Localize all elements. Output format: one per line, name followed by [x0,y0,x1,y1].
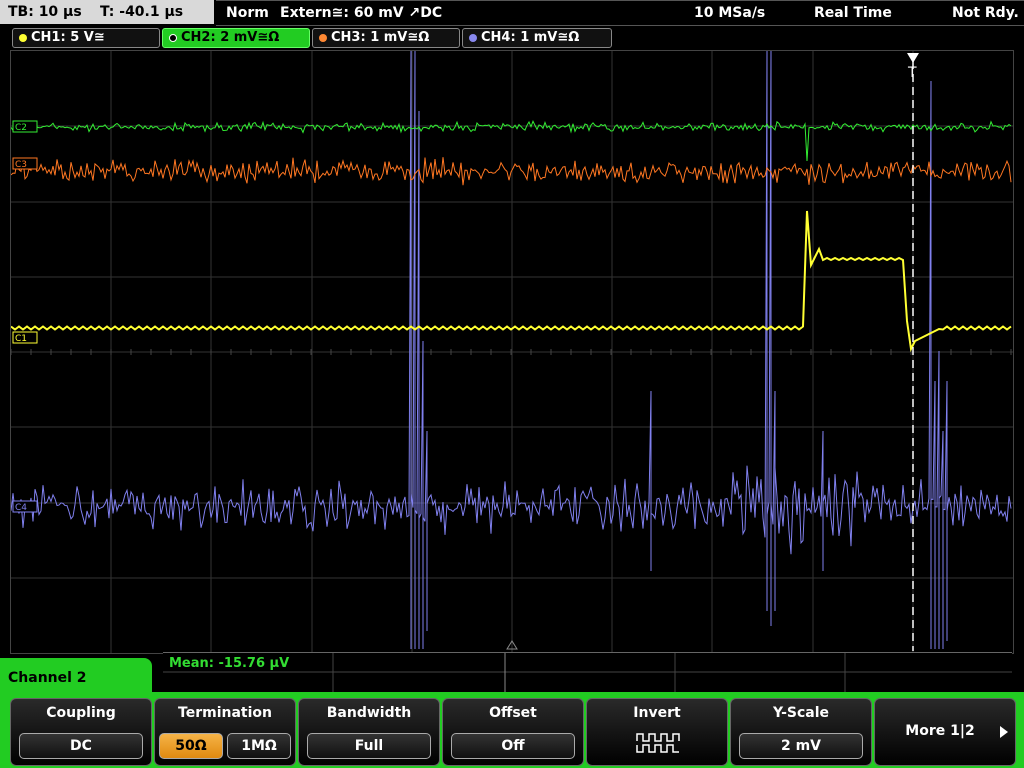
trigger-box[interactable]: Norm Extern≅: 60 mV ↗DC 10 MSa/s Real Ti… [216,0,1024,26]
invert-waveform-icon [636,733,680,753]
ch3-label: CH3: 1 mV≅Ω [331,30,430,45]
more-label: More 1|2 [905,723,975,739]
bandwidth-value[interactable]: Full [307,733,431,759]
marker-c1[interactable]: C1 [12,331,38,344]
status-bar: TB: 10 µs T: -40.1 µs Norm Extern≅: 60 m… [0,0,1024,26]
marker-c2[interactable]: C2 [12,120,38,133]
more-softkey[interactable]: More 1|2 [874,698,1016,766]
yscale-title: Y-Scale [772,705,829,721]
coupling-value[interactable]: DC [19,733,143,759]
marker-c3[interactable]: C3 [12,157,38,170]
softkey-bar: Coupling DC Termination 50Ω 1MΩ Bandwidt… [0,692,1024,768]
sample-rate-label: 10 MSa/s [694,5,766,21]
invert-title: Invert [633,705,681,721]
termination-1mohm-option[interactable]: 1MΩ [227,733,291,759]
ch1-trace [11,210,1012,353]
trigger-position-icon[interactable] [907,53,919,63]
marker-c4-text: C4 [15,503,27,513]
chevron-right-icon [1000,726,1008,738]
tab-ch3[interactable]: CH3: 1 mV≅Ω [312,28,460,48]
offset-softkey[interactable]: Offset Off [442,698,584,766]
status-label: Not Rdy. [952,5,1019,21]
menu-title: Channel 2 [8,670,87,686]
graticule [11,51,1013,653]
waveform-display[interactable]: T C2 C3 C1 C4 [10,50,1014,654]
timebase-label: TB: 10 µs [8,4,82,20]
marker-c3-text: C3 [15,160,27,170]
yscale-softkey[interactable]: Y-Scale 2 mV [730,698,872,766]
measurement-grid [163,653,1012,693]
marker-c2-text: C2 [15,123,27,133]
tab-ch2[interactable]: CH2: 2 mV≅Ω [162,28,310,48]
ch3-dot-icon [319,34,327,42]
ch1-label: CH1: 5 V≅ [31,30,105,45]
ch4-label: CH4: 1 mV≅Ω [481,30,580,45]
ch3-trace [11,157,1012,186]
trigger-t-icon: T [907,65,917,81]
marker-c4[interactable]: C4 [12,500,38,513]
ch4-dot-icon [469,34,477,42]
coupling-softkey[interactable]: Coupling DC [10,698,152,766]
bandwidth-title: Bandwidth [326,705,412,721]
acq-mode-label: Real Time [814,5,892,21]
timebase-box[interactable]: TB: 10 µs T: -40.1 µs [0,0,214,24]
ch2-label: CH2: 2 mV≅Ω [181,30,280,45]
offset-title: Offset [489,705,537,721]
measurement-panel: Mean: -15.76 µV [163,652,1012,693]
ch2-dot-icon [169,34,177,42]
trigger-time-label: T: -40.1 µs [100,4,184,20]
mean-readout: Mean: -15.76 µV [169,656,290,671]
marker-c1-text: C1 [15,334,27,344]
termination-title: Termination [178,705,272,721]
bandwidth-softkey[interactable]: Bandwidth Full [298,698,440,766]
waveform-svg: T C2 C3 C1 C4 [11,51,1013,653]
tab-ch1[interactable]: CH1: 5 V≅ [12,28,160,48]
trigger-label: Extern≅: 60 mV ↗DC [280,5,443,21]
ch2-trace [11,120,1012,162]
invert-softkey[interactable]: Invert [586,698,728,766]
termination-softkey[interactable]: Termination 50Ω 1MΩ [154,698,296,766]
offset-value[interactable]: Off [451,733,575,759]
ch1-dot-icon [19,34,27,42]
tab-ch4[interactable]: CH4: 1 mV≅Ω [462,28,612,48]
yscale-value[interactable]: 2 mV [739,733,863,759]
coupling-title: Coupling [46,705,116,721]
mode-label: Norm [226,5,269,21]
termination-50ohm-option[interactable]: 50Ω [159,733,223,759]
